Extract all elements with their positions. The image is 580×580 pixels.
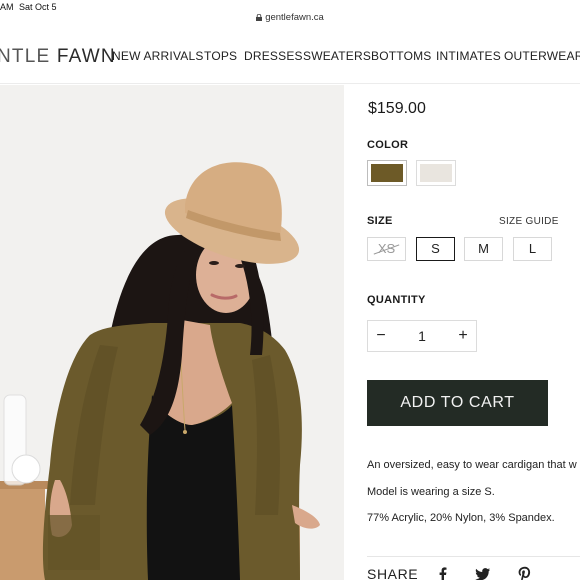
size-label: SIZE [367, 215, 393, 227]
color-swatch-fill [371, 164, 403, 182]
size-option-label: S [431, 241, 440, 256]
size-option-label: L [528, 241, 537, 256]
product-image[interactable] [0, 85, 344, 580]
nav-intimates[interactable]: INTIMATES [436, 49, 501, 63]
twitter-icon[interactable] [475, 566, 491, 580]
url-text: gentlefawn.ca [265, 12, 324, 23]
product-materials: 77% Acrylic, 20% Nylon, 3% Spandex. [367, 512, 555, 524]
facebook-icon[interactable] [435, 566, 451, 580]
size-option-label: M [478, 241, 489, 256]
size-option-l[interactable]: L [513, 237, 552, 261]
product-model-size: Model is wearing a size S. [367, 486, 495, 498]
site-logo[interactable]: NTLE FAWN [0, 46, 116, 68]
pinterest-icon[interactable] [517, 566, 533, 580]
nav-bottoms[interactable]: BOTTOMS [371, 49, 432, 63]
quantity-stepper: − 1 + [367, 320, 477, 352]
color-swatch-fill [420, 164, 452, 182]
quantity-increase-button[interactable]: + [452, 325, 474, 347]
quantity-decrease-button[interactable]: − [370, 325, 392, 347]
nav-tops[interactable]: TOPS [204, 49, 237, 63]
status-date: Sat Oct 5 [19, 2, 57, 12]
status-time: AM [0, 2, 14, 12]
color-label: COLOR [367, 139, 409, 151]
add-to-cart-button[interactable]: ADD TO CART [367, 380, 548, 426]
nav-new-arrivals[interactable]: NEW ARRIVALS [112, 49, 204, 63]
divider [367, 556, 580, 557]
product-price: $159.00 [368, 100, 426, 117]
logo-text-first: NTLE [0, 46, 51, 67]
lock-icon [256, 14, 263, 21]
color-swatch-olive[interactable] [367, 160, 407, 186]
product-description: An oversized, easy to wear cardigan that… [367, 459, 577, 471]
nav-dresses[interactable]: DRESSES [244, 49, 303, 63]
nav-outerwear[interactable]: OUTERWEAR [504, 49, 580, 63]
model-illustration [0, 85, 344, 580]
site-header: NTLE FAWN NEW ARRIVALS TOPS DRESSES SWEA… [0, 30, 580, 84]
size-guide-link[interactable]: SIZE GUIDE [499, 216, 559, 227]
quantity-label: QUANTITY [367, 294, 426, 306]
size-option-m[interactable]: M [464, 237, 503, 261]
address-bar[interactable]: gentlefawn.ca [0, 12, 580, 30]
size-option-s[interactable]: S [416, 237, 455, 261]
quantity-value[interactable]: 1 [404, 328, 440, 344]
color-swatch-oatmeal[interactable] [416, 160, 456, 186]
share-label: SHARE [367, 566, 419, 580]
nav-sweaters[interactable]: SWEATERS [303, 49, 371, 63]
logo-text-second: FAWN [56, 46, 116, 67]
size-option-xs[interactable]: XS [367, 237, 406, 261]
